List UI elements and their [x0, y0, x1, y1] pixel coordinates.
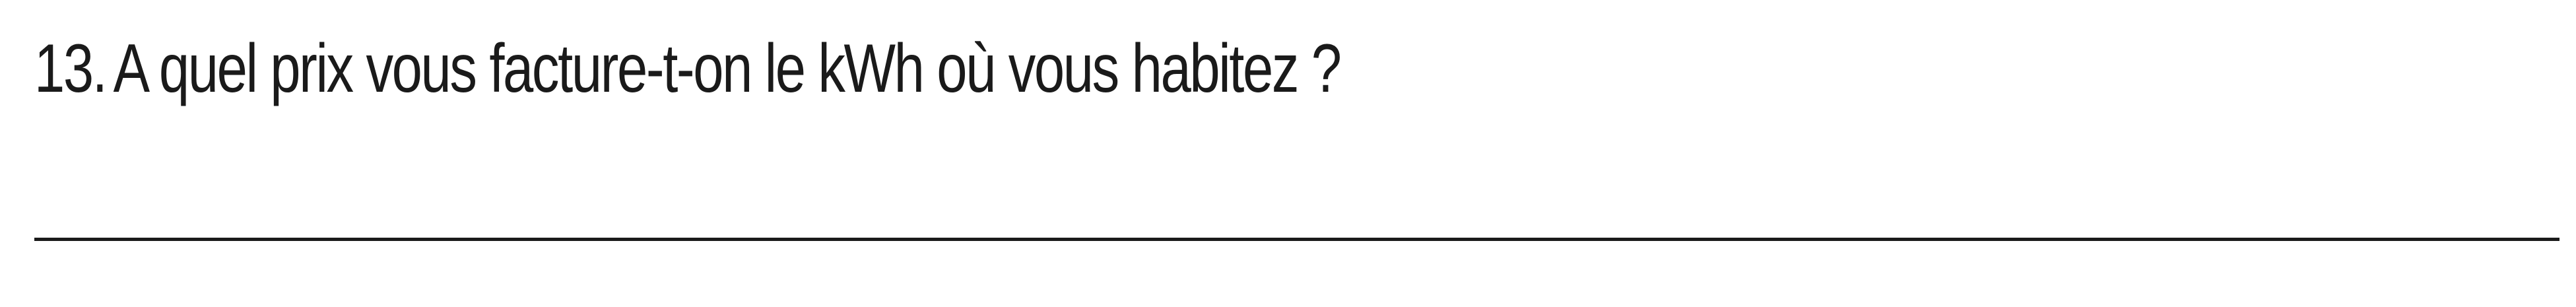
question-number: 13.	[34, 30, 108, 107]
answer-line[interactable]	[34, 238, 2559, 241]
question-13: 13. A quel prix vous facture-t-on le kWh…	[34, 30, 1342, 107]
question-text: A quel prix vous facture-t-on le kWh où …	[113, 30, 1342, 107]
